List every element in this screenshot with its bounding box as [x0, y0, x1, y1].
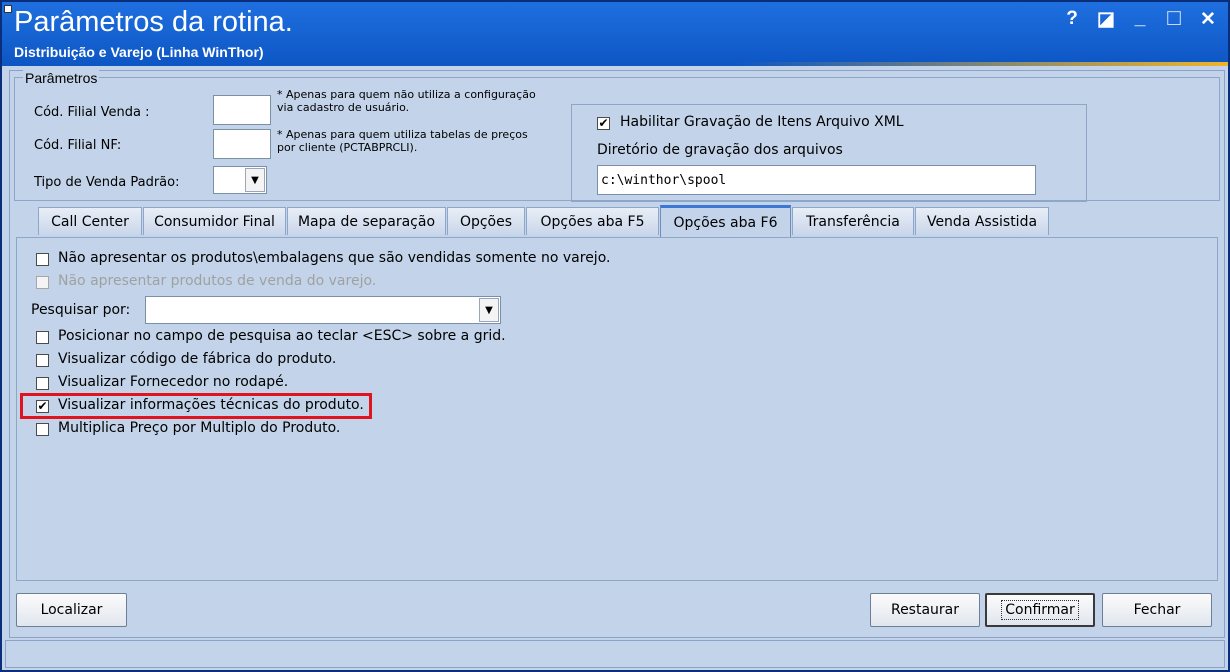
option-checkbox-disabled [36, 276, 49, 289]
option-label-disabled: Não apresentar produtos de venda do vare… [58, 273, 377, 289]
close-icon[interactable]: ✕ [1196, 8, 1220, 30]
localizar-label: Localizar [40, 602, 103, 618]
chevron-down-icon[interactable]: ▼ [245, 168, 265, 192]
tab-opcoes-f5[interactable]: Opções aba F5 [526, 207, 659, 235]
tab-transferencia[interactable]: Transferência [792, 207, 914, 235]
tab-label: Mapa de separação [297, 213, 436, 230]
minimize-icon[interactable]: _ [1128, 8, 1152, 30]
option-label: Visualizar Fornecedor no rodapé. [58, 374, 289, 390]
option-checkbox[interactable] [36, 377, 49, 390]
tab-venda-assistida[interactable]: Venda Assistida [915, 207, 1049, 235]
option-label: Não apresentar os produtos\embalagens qu… [58, 250, 611, 266]
tab-opcoes[interactable]: Opções [447, 207, 525, 235]
maximize-icon[interactable]: ☐ [1162, 8, 1186, 30]
tab-label: Consumidor Final [154, 213, 275, 230]
option-label: Visualizar código de fábrica do produto. [58, 351, 337, 367]
help-icon[interactable]: ? [1060, 8, 1084, 30]
restaurar-label: Restaurar [890, 602, 960, 618]
option-checkbox-checked[interactable]: ✔ [36, 400, 49, 413]
tab-call-center[interactable]: Call Center [38, 207, 142, 235]
tab-strip: Call Center Consumidor Final Mapa de sep… [30, 205, 1210, 237]
chevron-down-icon[interactable]: ▼ [479, 298, 499, 322]
filial-venda-note: * Apenas para quem não utiliza a configu… [277, 88, 536, 114]
habilitar-xml-label: Habilitar Gravação de Itens Arquivo XML [620, 114, 904, 130]
title-accent-stripe [738, 62, 1228, 66]
option-label: Multiplica Preço por Multiplo do Produto… [58, 420, 341, 436]
tab-label: Opções aba F5 [540, 213, 645, 230]
option-checkbox[interactable] [36, 331, 49, 344]
tab-mapa-separacao[interactable]: Mapa de separação [287, 207, 446, 235]
diretorio-input[interactable] [597, 165, 1036, 195]
parametros-legend: Parâmetros [23, 70, 100, 86]
tab-label: Venda Assistida [926, 213, 1038, 230]
tab-label: Call Center [51, 213, 129, 230]
filial-nf-input[interactable] [213, 129, 271, 159]
main-window: Parâmetros da rotina. Distribuição e Var… [0, 0, 1230, 672]
fechar-label: Fechar [1133, 602, 1181, 618]
status-bar [5, 640, 1225, 668]
habilitar-xml-checkbox[interactable]: ✔ [597, 117, 610, 130]
title-bar[interactable]: Parâmetros da rotina. Distribuição e Var… [2, 2, 1228, 66]
xml-group: ✔ Habilitar Gravação de Itens Arquivo XM… [571, 104, 1087, 202]
confirmar-button[interactable]: Confirmar [985, 593, 1095, 627]
option-checkbox[interactable] [36, 354, 49, 367]
system-menu-grip[interactable] [4, 5, 12, 13]
tab-consumidor-final[interactable]: Consumidor Final [143, 207, 286, 235]
tipo-venda-label: Tipo de Venda Padrão: [34, 175, 180, 190]
filial-venda-input[interactable] [213, 95, 271, 125]
filial-nf-note: * Apenas para quem utiliza tabelas de pr… [277, 128, 528, 154]
pesquisar-label: Pesquisar por: [31, 302, 131, 318]
restore-icon[interactable]: ◪ [1094, 8, 1118, 30]
tab-opcoes-f6[interactable]: Opções aba F6 [660, 205, 791, 237]
option-label: Posicionar no campo de pesquisa ao tecla… [58, 328, 506, 344]
confirmar-label: Confirmar [1001, 600, 1079, 620]
window-subtitle: Distribuição e Varejo (Linha WinThor) [14, 44, 264, 60]
pesquisar-combo[interactable]: ▼ [145, 296, 501, 324]
filial-venda-label: Cód. Filial Venda : [34, 105, 150, 120]
parametros-group: Parâmetros Cód. Filial Venda : * Apenas … [14, 70, 1220, 202]
tab-label: Transferência [806, 213, 900, 230]
tab-label: Opções [459, 213, 513, 230]
window-title: Parâmetros da rotina. [14, 6, 293, 38]
option-checkbox[interactable] [36, 423, 49, 436]
tab-label: Opções aba F6 [673, 214, 778, 231]
diretorio-label: Diretório de gravação dos arquivos [597, 142, 843, 158]
client-area: Parâmetros Cód. Filial Venda : * Apenas … [9, 70, 1225, 638]
option-checkbox[interactable] [36, 253, 49, 266]
restaurar-button[interactable]: Restaurar [870, 593, 980, 627]
option-label: Visualizar informações técnicas do produ… [58, 397, 364, 413]
tipo-venda-combo[interactable]: ▼ [213, 166, 267, 194]
window-controls: ? ◪ _ ☐ ✕ [1060, 8, 1220, 30]
fechar-button[interactable]: Fechar [1102, 593, 1212, 627]
tab-panel-opcoes-f6: Não apresentar os produtos\embalagens qu… [16, 237, 1218, 581]
localizar-button[interactable]: Localizar [16, 593, 127, 627]
filial-nf-label: Cód. Filial NF: [34, 138, 122, 153]
